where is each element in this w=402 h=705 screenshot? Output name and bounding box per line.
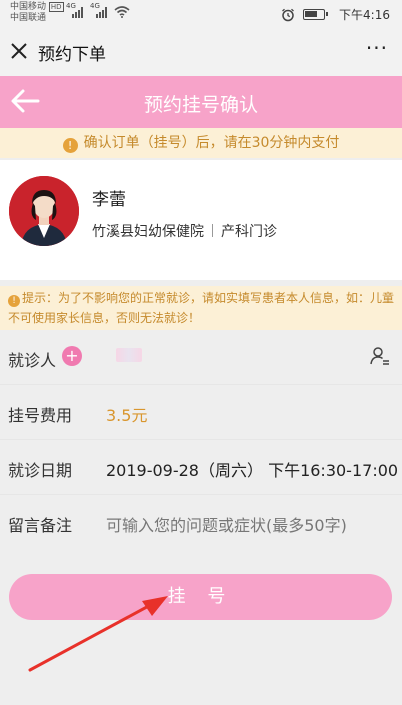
wechat-nav-bar: 预约下单 ··· (0, 28, 402, 76)
warning-icon: ! (8, 295, 20, 307)
alarm-icon (282, 8, 294, 21)
note-input[interactable]: 可输入您的问题或症状(最多50字) (106, 512, 347, 536)
doctor-card: 李蕾 竹溪县妇幼保健院 产科门诊 (0, 160, 402, 280)
doctor-affiliation: 竹溪县妇幼保健院 产科门诊 (92, 221, 277, 241)
patient-name-blurred (116, 348, 142, 362)
doctor-avatar (9, 176, 79, 246)
doctor-name: 李蕾 (92, 190, 126, 210)
net-badge-hd: HD (48, 2, 64, 12)
note-row[interactable]: 留言备注 可输入您的问题或症状(最多50字) (0, 495, 402, 550)
warning-icon: ! (62, 138, 78, 153)
close-icon[interactable] (8, 40, 30, 62)
date-row: 就诊日期 2019-09-28（周六） 下午16:30-17:00 (0, 440, 402, 495)
status-bar: 中国移动 HD 中国联通 4G 4G 下午4:16 (0, 0, 402, 28)
page-header: 预约挂号确认 (0, 76, 402, 128)
divider (212, 224, 213, 237)
register-button[interactable]: 挂 号 (9, 574, 392, 620)
payment-notice-text: 确认订单（挂号）后，请在30分钟内支付 (83, 135, 340, 151)
clock-time: 下午4:16 (339, 8, 390, 22)
battery-icon (303, 9, 329, 20)
date-label: 就诊日期 (8, 461, 73, 480)
date-value: 2019-09-28（周六） 下午16:30-17:00 (106, 461, 399, 480)
signal-icon-1 (72, 6, 83, 18)
note-label: 留言备注 (8, 516, 73, 535)
page-title: 预约挂号确认 (143, 94, 258, 116)
carrier-2: 中国联通 (10, 13, 47, 23)
payment-notice: ! 确认订单（挂号）后，请在30分钟内支付 (0, 128, 402, 158)
fee-row: 挂号费用 3.5元 (0, 385, 402, 440)
patient-row[interactable]: 就诊人 + (0, 330, 402, 385)
patient-label: 就诊人 (8, 351, 57, 370)
fee-value: 3.5元 (106, 406, 148, 425)
info-tip: ! 提示：为了不影响您的正常就诊，请如实填写患者本人信息，如：儿童不可使用家长信息… (0, 286, 402, 330)
department-name: 产科门诊 (221, 224, 277, 240)
hospital-name: 竹溪县妇幼保健院 (92, 224, 204, 240)
patient-select-icon[interactable] (370, 346, 390, 366)
signal-icon-2 (96, 6, 107, 18)
carrier-info: 中国移动 HD 中国联通 (10, 2, 64, 24)
carrier-1: 中国移动 (10, 2, 47, 12)
wechat-page-title: 预约下单 (38, 45, 106, 65)
info-tip-text: 提示：为了不影响您的正常就诊，请如实填写患者本人信息，如：儿童不可使用家长信息，… (8, 291, 395, 325)
more-menu-icon[interactable]: ··· (366, 36, 388, 60)
wifi-icon (114, 6, 130, 18)
add-patient-icon[interactable]: + (62, 346, 82, 366)
fee-label: 挂号费用 (8, 406, 73, 425)
